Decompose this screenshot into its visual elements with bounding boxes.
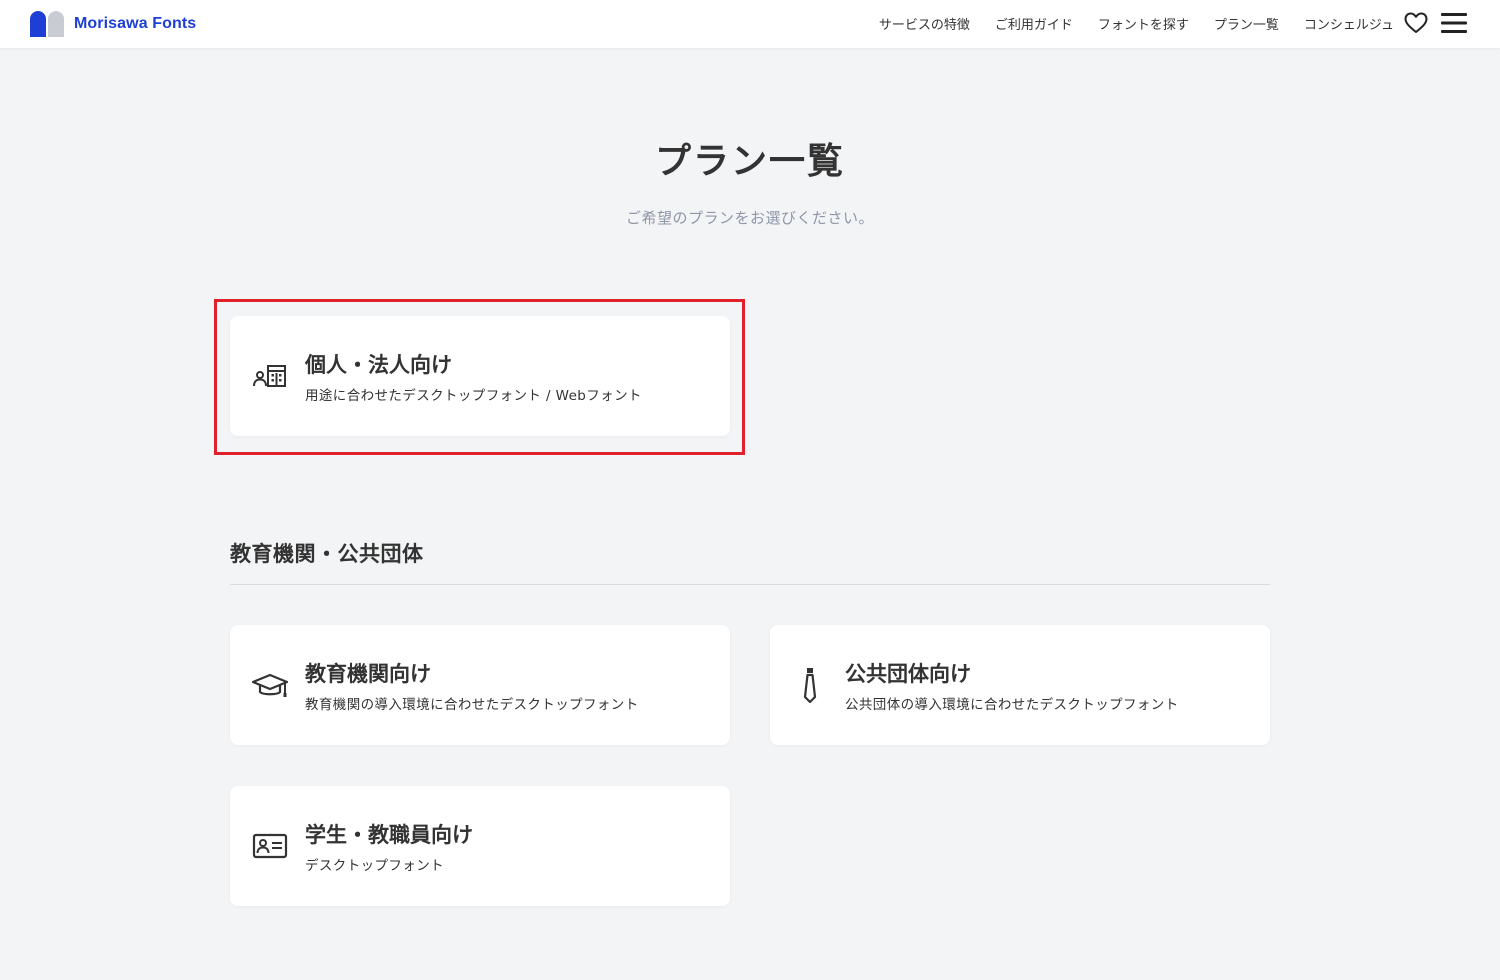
plan-card-title: 公共団体向け [845,662,971,686]
tie-icon [803,668,817,703]
brand-logo[interactable]: Morisawa Fonts [30,11,196,37]
page-subtitle: ご希望のプランをお選びください。 [625,209,874,227]
morisawa-logo-icon [30,11,64,37]
section-title-education-public: 教育機関・公共団体 [230,542,424,566]
main-nav: サービスの特徴 ご利用ガイド フォントを探す プラン一覧 コンシェルジュ [854,0,1394,46]
heart-icon[interactable] [1404,12,1428,34]
plan-card-business[interactable]: 個人・法人向け 用途に合わせたデスクトップフォント / Webフォント [230,316,730,436]
plan-card-education[interactable]: 教育機関向け 教育機関の導入環境に合わせたデスクトップフォント [230,625,730,745]
plan-card-title: 学生・教職員向け [305,823,473,847]
id-card-icon [252,833,288,859]
graduation-cap-icon [252,673,288,697]
nav-item-features[interactable]: サービスの特徴 [879,14,970,33]
brand-name: Morisawa Fonts [74,15,197,32]
hamburger-menu-icon[interactable] [1441,13,1467,33]
person-building-icon [253,365,286,387]
plan-card-title: 個人・法人向け [305,353,452,377]
nav-item-guide[interactable]: ご利用ガイド [995,14,1073,33]
plan-card-desc: 用途に合わせたデスクトップフォント / Webフォント [305,388,642,404]
nav-item-plans[interactable]: プラン一覧 [1214,14,1279,33]
nav-item-concierge[interactable]: コンシェルジュ [1304,14,1394,33]
nav-item-find-fonts[interactable]: フォントを探す [1098,14,1189,33]
site-header: Morisawa Fonts サービスの特徴 ご利用ガイド フォントを探す プラ… [0,0,1500,48]
plan-card-students-staff[interactable]: 学生・教職員向け デスクトップフォント [230,786,730,906]
plan-card-desc: 公共団体の導入環境に合わせたデスクトップフォント [845,697,1179,713]
plan-card-title: 教育機関向け [305,662,431,686]
page-title: プラン一覧 [654,141,845,182]
plan-card-desc: 教育機関の導入環境に合わせたデスクトップフォント [305,697,639,713]
section-divider [230,584,1270,585]
plan-card-desc: デスクトップフォント [305,858,444,874]
plan-card-public[interactable]: 公共団体向け 公共団体の導入環境に合わせたデスクトップフォント [770,625,1270,745]
